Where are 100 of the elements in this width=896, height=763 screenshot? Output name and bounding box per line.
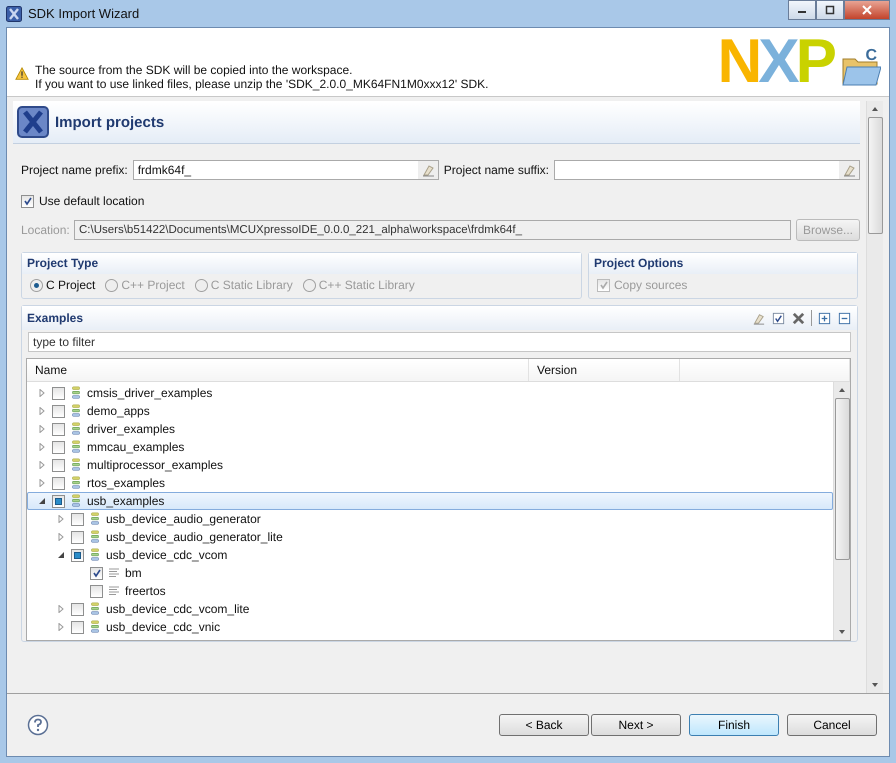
banner-header: Import projects bbox=[13, 101, 860, 144]
tree-row[interactable]: freertos bbox=[27, 582, 833, 600]
scroll-up-icon[interactable] bbox=[838, 386, 846, 394]
checkbox[interactable] bbox=[52, 476, 65, 490]
column-header[interactable]: Version bbox=[529, 359, 680, 381]
text-lines-icon bbox=[108, 566, 120, 580]
tree-row[interactable]: driver_examples bbox=[27, 420, 833, 438]
tree-item-label: rtos_examples bbox=[87, 476, 166, 490]
radio-option[interactable]: C Project bbox=[30, 278, 96, 292]
tree-row[interactable]: usb_device_cdc_vnic bbox=[27, 618, 833, 636]
scrollbar-thumb[interactable] bbox=[868, 117, 882, 234]
app-icon bbox=[6, 6, 22, 22]
stack-icon bbox=[70, 440, 82, 454]
checkbox[interactable] bbox=[52, 404, 65, 418]
suffix-label: Project name suffix: bbox=[444, 163, 549, 177]
group-header: Project Type bbox=[22, 253, 581, 274]
tree-item-label: mmcau_examples bbox=[87, 440, 184, 454]
warning-icon bbox=[15, 67, 29, 81]
tree-item-label: driver_examples bbox=[87, 422, 176, 436]
tree-item-label: usb_device_cdc_vcom bbox=[106, 548, 228, 562]
dialog-button[interactable]: Next > bbox=[591, 714, 681, 736]
minimize-button[interactable] bbox=[788, 0, 816, 20]
scrollbar[interactable] bbox=[866, 101, 883, 693]
deselect-all-icon[interactable] bbox=[791, 310, 806, 326]
tree-item-label: cmsis_driver_examples bbox=[87, 386, 212, 400]
stack-icon bbox=[70, 494, 82, 508]
scrollbar[interactable] bbox=[833, 382, 850, 640]
stack-icon bbox=[70, 458, 82, 472]
checkbox[interactable] bbox=[52, 440, 65, 454]
checkbox[interactable] bbox=[71, 548, 84, 562]
tree-item-label: bm bbox=[125, 566, 142, 580]
prefix-field[interactable]: frdmk64f_ bbox=[132, 160, 439, 180]
checkbox[interactable] bbox=[52, 422, 65, 436]
window-title: SDK Import Wizard bbox=[28, 6, 140, 21]
checkbox[interactable] bbox=[71, 512, 84, 526]
stack-icon bbox=[89, 620, 101, 634]
tree-row[interactable]: bm bbox=[27, 564, 833, 582]
scroll-down-icon[interactable] bbox=[838, 628, 846, 636]
stack-icon bbox=[89, 530, 101, 544]
tree-row[interactable]: multiprocessor_examples bbox=[27, 456, 833, 474]
tree-item-label: usb_device_cdc_vcom_lite bbox=[106, 602, 250, 616]
stack-icon bbox=[89, 512, 101, 526]
warning-message: If you want to use linked files, please unzip the 'SDK_2.0.0_MK64FN1M0xxx12' SDK. bbox=[35, 77, 488, 91]
checkbox[interactable] bbox=[21, 194, 34, 208]
tree-item-label: demo_apps bbox=[87, 404, 150, 418]
tree-row[interactable]: mmcau_examples bbox=[27, 438, 833, 456]
maximize-button[interactable] bbox=[816, 0, 844, 20]
tree-item-label: usb_device_audio_generator bbox=[106, 512, 261, 526]
scroll-up-icon[interactable] bbox=[871, 105, 879, 113]
tree-row[interactable]: usb_device_audio_generator_lite bbox=[27, 528, 833, 546]
tree-item-label: usb_examples bbox=[87, 494, 164, 508]
expander-icon[interactable] bbox=[38, 497, 46, 505]
eraser-icon[interactable] bbox=[839, 161, 860, 179]
nxp-logo: NXP bbox=[718, 32, 833, 92]
stack-icon bbox=[70, 422, 82, 436]
select-all-icon[interactable] bbox=[771, 310, 786, 326]
group-header: Examples bbox=[27, 311, 84, 325]
tree-item-label: usb_device_cdc_vnic bbox=[106, 620, 220, 634]
scrollbar-thumb[interactable] bbox=[834, 398, 850, 560]
checkbox[interactable] bbox=[52, 494, 65, 508]
dialog-button[interactable]: Finish bbox=[689, 714, 779, 736]
help-icon[interactable] bbox=[27, 714, 49, 736]
checkbox[interactable] bbox=[71, 620, 84, 634]
tree-row[interactable]: usb_device_cdc_vcom bbox=[27, 546, 833, 564]
tree-item-label: usb_device_audio_generator_lite bbox=[106, 530, 283, 544]
suffix-field[interactable] bbox=[554, 160, 860, 180]
maximize-icon bbox=[825, 5, 835, 15]
expand-all-icon[interactable] bbox=[817, 310, 832, 326]
stack-icon bbox=[70, 386, 82, 400]
close-button[interactable] bbox=[844, 0, 890, 20]
checkbox[interactable] bbox=[71, 602, 84, 616]
stack-icon bbox=[70, 476, 82, 490]
checkbox[interactable] bbox=[71, 530, 84, 544]
tree-item-label: freertos bbox=[125, 584, 166, 598]
checkbox[interactable] bbox=[52, 458, 65, 472]
selected-tree-row[interactable]: usb_examples bbox=[27, 492, 833, 510]
checkbox[interactable] bbox=[90, 584, 103, 598]
group-header: Project Options bbox=[589, 253, 857, 274]
tree-row[interactable]: cmsis_driver_examples bbox=[27, 384, 833, 402]
tree-row[interactable]: usb_device_cdc_vcom_lite bbox=[27, 600, 833, 618]
wizard-x-icon bbox=[17, 106, 49, 138]
warning-message: The source from the SDK will be copied into the workspace. bbox=[35, 63, 354, 77]
prefix-label: Project name prefix: bbox=[21, 163, 128, 177]
checkbox[interactable] bbox=[52, 386, 65, 400]
checkbox-label: Copy sources bbox=[614, 278, 688, 292]
eraser-icon[interactable] bbox=[418, 161, 438, 179]
stack-icon bbox=[70, 404, 82, 418]
tree-item-label: multiprocessor_examples bbox=[87, 458, 224, 472]
collapse-all-icon[interactable] bbox=[837, 310, 852, 326]
expander-icon[interactable] bbox=[57, 551, 65, 559]
tree-row[interactable]: demo_apps bbox=[27, 402, 833, 420]
dialog-button[interactable]: Cancel bbox=[787, 714, 877, 736]
scroll-down-icon[interactable] bbox=[871, 681, 879, 689]
filter-field[interactable]: type to filter bbox=[28, 332, 851, 352]
tree-row[interactable]: rtos_examples bbox=[27, 474, 833, 492]
dialog-button[interactable]: < Back bbox=[499, 714, 589, 736]
stack-icon bbox=[89, 548, 101, 562]
column-header[interactable]: Name bbox=[27, 359, 529, 381]
location-label: Location: bbox=[21, 223, 69, 237]
tree-row[interactable]: usb_device_audio_generator bbox=[27, 510, 833, 528]
